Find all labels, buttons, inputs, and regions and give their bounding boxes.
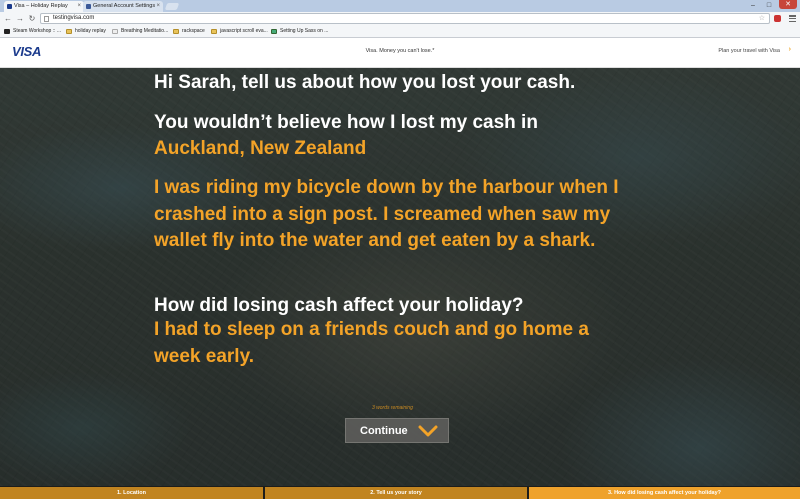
plan-travel-link[interactable]: Plan your travel with Visa: [718, 48, 780, 54]
answer-story[interactable]: I was riding my bicycle down by the harb…: [154, 175, 634, 255]
minimize-button[interactable]: –: [746, 1, 760, 10]
bookmark-javascript-scroll[interactable]: javascript scroll eva...: [211, 27, 268, 36]
maximize-button[interactable]: □: [762, 1, 776, 10]
bookmark-label: Breathing Meditatio...: [121, 28, 169, 34]
step-holiday-effect[interactable]: 3. How did losing cash affect your holid…: [529, 487, 800, 499]
tab-general-account-settings[interactable]: General Account Settings ×: [83, 1, 163, 12]
close-tab-icon[interactable]: ×: [156, 1, 160, 12]
page-icon: [112, 29, 118, 34]
reload-icon[interactable]: ↻: [27, 13, 37, 24]
step-location[interactable]: 1. Location: [0, 487, 263, 499]
close-tab-icon[interactable]: ×: [77, 1, 81, 12]
bookmark-setting-up-sass[interactable]: Setting Up Sass on ...: [271, 27, 328, 36]
tab-visa-holiday-replay[interactable]: Visa – Holiday Replay ×: [4, 1, 84, 12]
new-tab-button[interactable]: [164, 3, 180, 10]
bookmark-label: holiday replay: [75, 28, 106, 34]
tab-strip: Visa – Holiday Replay × General Account …: [0, 0, 800, 12]
browser-chrome: Visa – Holiday Replay × General Account …: [0, 0, 800, 38]
answer-prefix: You wouldn’t believe how I lost my cash …: [154, 112, 538, 133]
visa-favicon-icon: [7, 4, 12, 9]
close-window-button[interactable]: ✕: [779, 0, 797, 9]
extension-icon[interactable]: [774, 15, 781, 22]
tab-label: General Account Settings: [93, 3, 156, 9]
tagline: Visa. Money you can't lose.*: [365, 48, 435, 54]
bookmark-rackspace[interactable]: rackspace: [173, 27, 205, 36]
site-header: VISA Visa. Money you can't lose.* Plan y…: [0, 38, 800, 68]
folder-icon: [66, 29, 72, 34]
address-text: testingvisa.com: [53, 15, 95, 21]
back-arrow-icon[interactable]: ←: [3, 13, 13, 24]
question-lost-cash: Hi Sarah, tell us about how you lost you…: [154, 72, 576, 93]
steam-icon: [4, 29, 10, 34]
question-holiday-effect: How did losing cash affect your holiday?: [154, 295, 524, 316]
page-icon: [44, 16, 49, 22]
bookmark-label: javascript scroll eva...: [220, 28, 268, 34]
forward-arrow-icon[interactable]: →: [15, 13, 25, 24]
bookmark-star-icon[interactable]: ☆: [759, 14, 765, 23]
chevron-right-icon[interactable]: ›: [789, 46, 791, 53]
address-bar[interactable]: testingvisa.com ☆: [40, 13, 770, 24]
facebook-favicon-icon: [86, 4, 91, 9]
chevron-down-icon: [418, 425, 438, 437]
bookmark-holiday-replay[interactable]: holiday replay: [66, 27, 106, 36]
bookmark-breathing-meditation[interactable]: Breathing Meditatio...: [112, 27, 168, 36]
continue-label: Continue: [360, 425, 408, 437]
bookmarks-bar: Steam Workshop :: ... holiday replay Bre…: [0, 25, 800, 38]
tab-label: Visa – Holiday Replay: [14, 3, 68, 9]
answer-holiday-effect[interactable]: I had to sleep on a friends couch and go…: [154, 317, 634, 370]
continue-button[interactable]: Continue: [345, 418, 449, 443]
words-remaining-hint: 3 words remaining: [372, 405, 413, 411]
answer-location[interactable]: Auckland, New Zealand: [154, 136, 674, 163]
bookmark-label: rackspace: [182, 28, 205, 34]
bookmark-label: Steam Workshop :: ...: [13, 28, 61, 34]
progress-steps: 1. Location 2. Tell us your story 3. How…: [0, 486, 800, 499]
menu-icon[interactable]: [789, 14, 796, 23]
folder-icon: [211, 29, 217, 34]
page-icon: [271, 29, 277, 34]
folder-icon: [173, 29, 179, 34]
step-tell-story[interactable]: 2. Tell us your story: [265, 487, 527, 499]
bookmark-steam-workshop[interactable]: Steam Workshop :: ...: [4, 27, 61, 36]
bookmark-label: Setting Up Sass on ...: [280, 28, 329, 34]
browser-toolbar: ← → ↻ testingvisa.com ☆: [0, 12, 800, 25]
